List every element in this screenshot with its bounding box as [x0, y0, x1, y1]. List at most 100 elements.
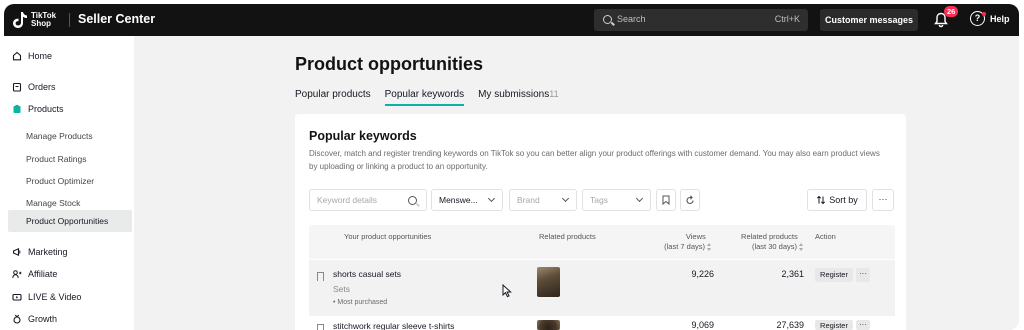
sidebar-item-label: Products — [28, 104, 64, 114]
keyword-category: Sets — [333, 284, 351, 294]
tags-select[interactable]: Tags — [582, 189, 651, 211]
header-related-count[interactable]: Related products (last 30 days) — [721, 232, 804, 252]
home-icon — [12, 51, 22, 61]
search-placeholder: Search — [617, 14, 646, 24]
bookmark-filter-button[interactable] — [656, 189, 676, 211]
sidebar-subitem-product-optimizer[interactable]: Product Optimizer — [26, 176, 94, 186]
sidebar-item-label: Growth — [28, 314, 58, 324]
search-shortcut: Ctrl+K — [774, 14, 800, 24]
sidebar-item-label: Marketing — [28, 247, 68, 257]
notification-badge: 26 — [944, 6, 959, 17]
app-title: Seller Center — [78, 12, 156, 26]
header-related-products: Related products — [539, 232, 596, 241]
category-select[interactable]: Menswe... — [431, 189, 503, 211]
sidebar-item-label: Orders — [28, 82, 56, 92]
header-views-line2: (last 7 days) — [664, 242, 705, 251]
sort-by-button[interactable]: Sort by — [807, 189, 867, 211]
more-options-button[interactable]: ··· — [872, 189, 894, 211]
keyword-search-input[interactable]: Keyword details — [309, 189, 427, 211]
search-icon — [408, 196, 417, 205]
related-value: 2,361 — [781, 269, 804, 279]
tab-label: Popular products — [295, 89, 371, 100]
sidebar-item-affiliate[interactable]: Affiliate — [12, 269, 57, 279]
card-title: Popular keywords — [309, 129, 417, 143]
sort-label: Sort by — [829, 195, 858, 205]
sort-arrows-icon — [707, 243, 712, 252]
brand-select[interactable]: Brand — [509, 189, 577, 211]
top-bar: TikTok Shop Seller Center Search Ctrl+K … — [4, 4, 1019, 36]
row-more-button[interactable]: ··· — [856, 268, 870, 282]
help-icon: ? — [970, 11, 986, 26]
tab-label: Popular keywords — [384, 89, 465, 100]
tab-count: 11 — [549, 89, 559, 99]
tiktok-shop-logo[interactable]: TikTok Shop — [12, 8, 61, 32]
chevron-down-icon — [561, 194, 570, 203]
header-related-line2: (last 30 days) — [751, 242, 797, 251]
table-header: Your product opportunities Related produ… — [309, 225, 895, 259]
customer-messages-button[interactable]: Customer messages — [820, 9, 918, 31]
help-dot-icon — [982, 12, 986, 16]
search-icon — [603, 15, 612, 24]
marketing-icon — [12, 247, 21, 257]
keyword-name: stitchwork regular sleeve t-shirts — [333, 321, 455, 330]
page-title: Product opportunities — [295, 54, 483, 74]
global-search[interactable]: Search Ctrl+K — [594, 9, 808, 31]
orders-icon — [12, 82, 22, 92]
sidebar-subitem-product-opportunities[interactable]: Product Opportunities — [26, 216, 108, 226]
views-value: 9,226 — [691, 269, 714, 279]
app-window: TikTok Shop Seller Center Search Ctrl+K … — [4, 4, 1019, 330]
views-value: 9,069 — [691, 320, 714, 330]
refresh-button[interactable] — [680, 189, 700, 211]
product-thumbnail[interactable] — [537, 320, 560, 330]
keyword-name: shorts casual sets — [333, 269, 402, 279]
sidebar-subitem-manage-products[interactable]: Manage Products — [26, 131, 93, 141]
tab-popular-keywords[interactable]: Popular keywords — [384, 89, 465, 106]
sidebar-item-products[interactable]: Products — [12, 104, 64, 114]
sidebar-item-orders[interactable]: Orders — [12, 82, 56, 92]
header-related-line1: Related products — [741, 232, 798, 241]
sort-icon — [817, 195, 826, 205]
bookmark-icon — [662, 195, 670, 206]
sidebar-item-live-video[interactable]: LIVE & Video — [12, 292, 81, 302]
register-button[interactable]: Register — [815, 268, 853, 282]
mouse-cursor-icon — [502, 284, 512, 298]
related-value: 27,639 — [776, 320, 804, 330]
sidebar-subitem-product-ratings[interactable]: Product Ratings — [26, 154, 86, 164]
growth-icon — [13, 314, 21, 324]
category-value: Menswe... — [439, 195, 478, 205]
sidebar: Home Orders Products Manage Products Pro… — [4, 36, 134, 330]
tags-placeholder: Tags — [590, 195, 608, 205]
bookmark-icon[interactable] — [317, 324, 324, 330]
tab-label: My submissions — [478, 89, 550, 100]
chevron-down-icon — [635, 194, 644, 203]
header-opportunities: Your product opportunities — [344, 232, 432, 241]
refresh-icon — [686, 195, 694, 205]
register-button[interactable]: Register — [815, 320, 853, 330]
sidebar-item-label: Affiliate — [28, 269, 58, 279]
live-video-icon — [12, 293, 22, 301]
help-label: Help — [990, 13, 1010, 24]
product-thumbnail[interactable] — [537, 267, 560, 297]
tab-popular-products[interactable]: Popular products — [295, 89, 371, 106]
header-views-line1: Views — [685, 232, 706, 241]
sidebar-item-marketing[interactable]: Marketing — [12, 247, 68, 257]
help-button[interactable]: ? Help — [970, 11, 1010, 26]
sort-arrows-icon — [799, 243, 804, 252]
logo-text-line2: Shop — [31, 19, 51, 28]
affiliate-icon — [12, 270, 22, 279]
tab-my-submissions[interactable]: My submissions11 — [478, 89, 558, 106]
keyword-placeholder: Keyword details — [317, 195, 378, 205]
header-views[interactable]: Views (last 7 days) — [647, 232, 712, 252]
chevron-down-icon — [487, 194, 496, 203]
table-row[interactable]: shorts casual sets Sets • Most purchased… — [309, 260, 895, 316]
sidebar-item-label: LIVE & Video — [28, 292, 82, 302]
card-description: Discover, match and register trending ke… — [309, 149, 880, 171]
sidebar-item-label: Home — [28, 51, 53, 61]
tiktok-logo-icon — [13, 12, 27, 28]
sidebar-item-growth[interactable]: Growth — [12, 314, 57, 324]
sidebar-item-home[interactable]: Home — [12, 51, 52, 61]
sidebar-subitem-manage-stock[interactable]: Manage Stock — [26, 198, 80, 208]
bookmark-icon[interactable] — [317, 272, 324, 281]
row-more-button[interactable]: ··· — [856, 320, 870, 330]
table-row[interactable]: stitchwork regular sleeve t-shirts 9,069… — [309, 317, 895, 330]
